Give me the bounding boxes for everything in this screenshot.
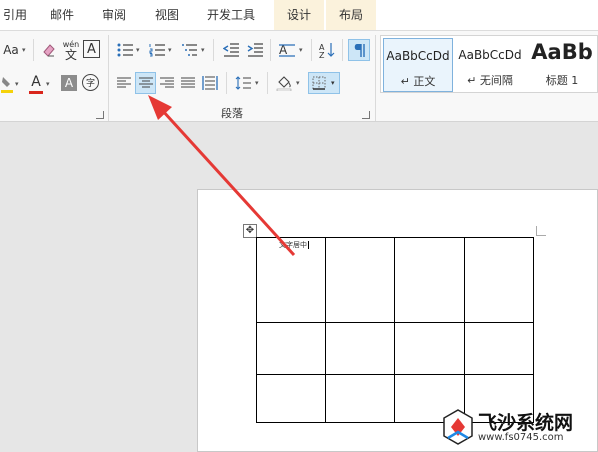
watermark: 飞沙系统网 www.fs0745.com: [440, 404, 598, 452]
annotation-arrow-icon: [148, 95, 296, 257]
watermark-logo-icon: [443, 409, 473, 445]
watermark-url: www.fs0745.com: [478, 432, 564, 443]
watermark-title: 飞沙系统网: [478, 412, 574, 434]
